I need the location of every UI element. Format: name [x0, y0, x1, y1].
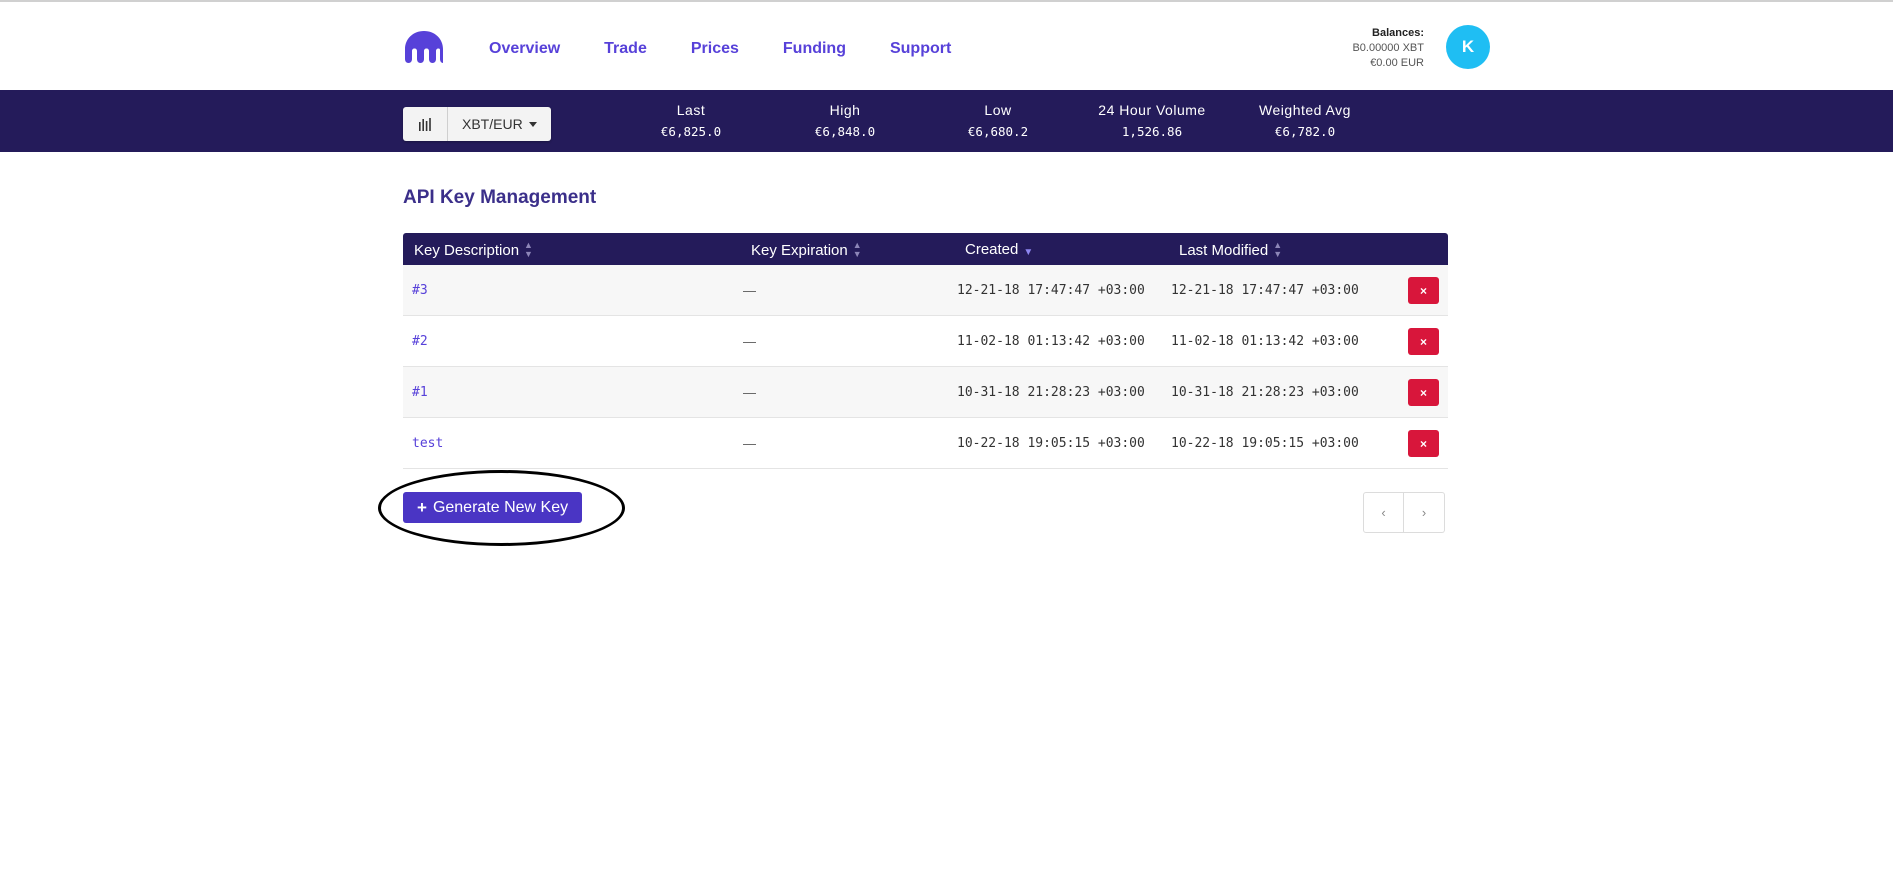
sort-icon: ▲ ▼	[1273, 240, 1283, 259]
key-expiration: —	[743, 385, 756, 400]
stat-value: €6,848.0	[814, 124, 876, 139]
close-icon: ×	[1419, 283, 1427, 298]
next-page-button[interactable]: ›	[1404, 492, 1445, 533]
key-modified: 10-22-18 19:05:15 +03:00	[1171, 436, 1359, 451]
key-created: 10-31-18 21:28:23 +03:00	[957, 385, 1145, 400]
delete-key-button[interactable]: ×	[1408, 430, 1439, 457]
col-key-description[interactable]: Key Description ▲ ▼	[414, 241, 533, 259]
generate-label: Generate New Key	[432, 498, 569, 516]
nav-trade[interactable]: Trade	[604, 40, 647, 58]
col-last-modified[interactable]: Last Modified ▲ ▼	[1179, 241, 1282, 259]
key-expiration: —	[743, 334, 756, 349]
delete-key-button[interactable]: ×	[1408, 379, 1439, 406]
stat-value: 1,526.86	[1121, 124, 1183, 139]
key-created: 12-21-18 17:47:47 +03:00	[957, 283, 1145, 298]
key-modified: 10-31-18 21:28:23 +03:00	[1171, 385, 1359, 400]
table-row: #3 — 12-21-18 17:47:47 +03:00 12-21-18 1…	[403, 265, 1448, 316]
col-label: Last Modified	[1179, 241, 1269, 259]
balances: Balances: B0.00000 XBT €0.00 EUR	[1352, 26, 1424, 71]
delete-key-button[interactable]: ×	[1408, 277, 1439, 304]
col-label: Key Description	[414, 241, 520, 259]
stat-value: €6,782.0	[1274, 124, 1336, 139]
stat-label: Last	[676, 102, 706, 118]
chevron-right-icon: ›	[1421, 505, 1427, 520]
pair-dropdown[interactable]: XBT/EUR	[448, 107, 551, 141]
balance-xbt: B0.00000 XBT	[1352, 42, 1424, 54]
close-icon: ×	[1419, 436, 1427, 451]
sort-desc-icon: ▼	[1023, 247, 1034, 258]
table-row: test — 10-22-18 19:05:15 +03:00 10-22-18…	[403, 418, 1448, 469]
stat-label: High	[829, 102, 861, 118]
sort-icon: ▲ ▼	[852, 240, 862, 259]
nav-overview[interactable]: Overview	[489, 40, 560, 58]
key-expiration: —	[743, 436, 756, 451]
key-description[interactable]: #1	[412, 385, 428, 400]
key-description[interactable]: #2	[412, 334, 428, 349]
api-keys-table: Key Description ▲ ▼ Key Expiration ▲ ▼ Cre…	[403, 233, 1448, 469]
plus-icon: +	[417, 497, 427, 517]
stat-label: Weighted Avg	[1259, 102, 1351, 118]
key-created: 11-02-18 01:13:42 +03:00	[957, 334, 1145, 349]
col-label: Created	[965, 241, 1019, 258]
page-title: API Key Management	[403, 187, 597, 208]
key-description[interactable]: #3	[412, 283, 428, 298]
col-key-expiration[interactable]: Key Expiration ▲ ▼	[751, 241, 862, 259]
pagination: ‹ ›	[1363, 492, 1445, 533]
stat-low: Low €6,680.2	[928, 102, 1068, 139]
prev-page-button[interactable]: ‹	[1363, 492, 1404, 533]
stat-weighted-avg: Weighted Avg €6,782.0	[1235, 102, 1375, 139]
col-label: Key Expiration	[751, 241, 848, 259]
stat-label: Low	[984, 102, 1012, 118]
stat-value: €6,680.2	[967, 124, 1029, 139]
close-icon: ×	[1419, 385, 1427, 400]
pair-label: XBT/EUR	[462, 116, 523, 132]
close-icon: ×	[1419, 334, 1427, 349]
main-nav: Overview Trade Prices Funding Support	[489, 40, 995, 58]
stat-last: Last €6,825.0	[621, 102, 761, 139]
generate-new-key-button[interactable]: + Generate New Key	[403, 492, 583, 523]
stat-volume: 24 Hour Volume 1,526.86	[1082, 102, 1222, 139]
ticker-bar: XBT/EUR Last €6,825.0 High €6,848.0 Low …	[0, 90, 1893, 152]
key-expiration: —	[743, 283, 756, 298]
key-description[interactable]: test	[412, 436, 443, 451]
balances-title: Balances:	[1372, 27, 1424, 39]
chart-button[interactable]	[403, 107, 448, 141]
key-modified: 12-21-18 17:47:47 +03:00	[1171, 283, 1359, 298]
key-modified: 11-02-18 01:13:42 +03:00	[1171, 334, 1359, 349]
pair-selector-group: XBT/EUR	[403, 107, 551, 141]
kraken-logo-icon[interactable]	[403, 30, 445, 64]
table-header: Key Description ▲ ▼ Key Expiration ▲ ▼ Cre…	[403, 233, 1448, 265]
nav-funding[interactable]: Funding	[783, 40, 846, 58]
nav-prices[interactable]: Prices	[691, 40, 739, 58]
avatar[interactable]: K	[1446, 25, 1490, 69]
table-row: #1 — 10-31-18 21:28:23 +03:00 10-31-18 2…	[403, 367, 1448, 418]
stat-label: 24 Hour Volume	[1098, 102, 1206, 118]
caret-down-icon	[528, 121, 537, 127]
bar-chart-icon	[419, 117, 431, 131]
balance-eur: €0.00 EUR	[1370, 57, 1424, 69]
nav-support[interactable]: Support	[890, 40, 951, 58]
sort-icon: ▲ ▼	[524, 240, 533, 259]
delete-key-button[interactable]: ×	[1408, 328, 1439, 355]
stat-value: €6,825.0	[660, 124, 722, 139]
header: Overview Trade Prices Funding Support Ba…	[0, 2, 1893, 90]
table-row: #2 — 11-02-18 01:13:42 +03:00 11-02-18 0…	[403, 316, 1448, 367]
chevron-left-icon: ‹	[1381, 505, 1386, 520]
col-created[interactable]: Created ▼	[965, 241, 1033, 258]
stat-high: High €6,848.0	[775, 102, 915, 139]
key-created: 10-22-18 19:05:15 +03:00	[957, 436, 1145, 451]
